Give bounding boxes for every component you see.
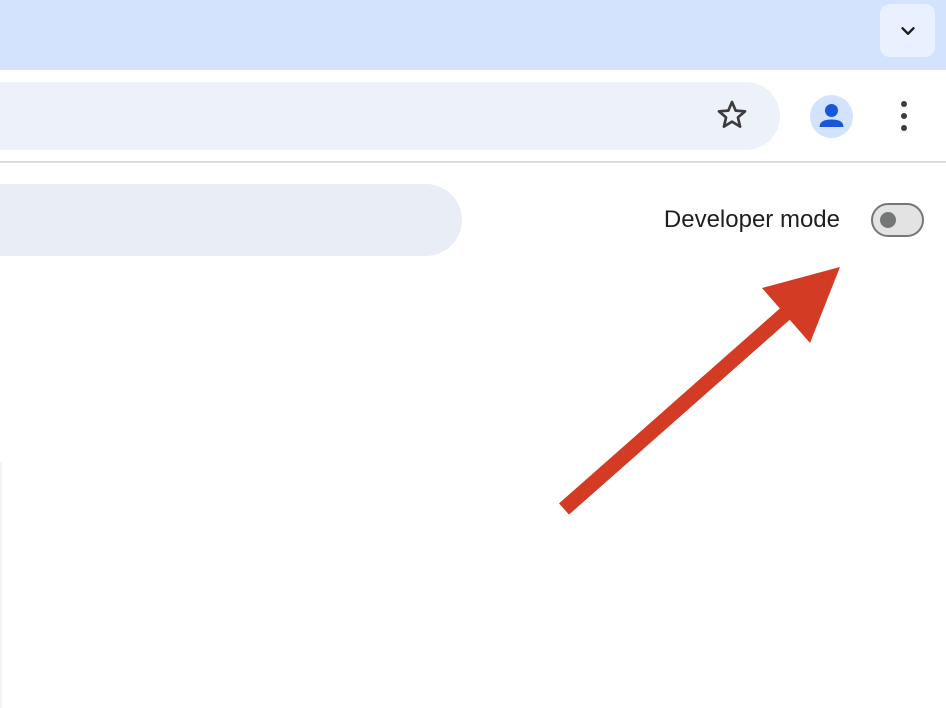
arrow-shaft [559,300,799,515]
three-dots-vertical-icon [901,101,907,131]
tab-search-button[interactable] [880,4,935,57]
chevron-down-icon [900,26,915,35]
panel-edge [0,462,3,708]
person-icon [819,104,844,127]
bookmark-button[interactable] [713,96,751,134]
browser-menu-button[interactable] [888,98,920,134]
arrow-head [762,267,840,343]
toggle-knob [880,212,896,228]
tab-strip [0,0,946,70]
developer-mode-toggle[interactable] [871,203,924,237]
toolbar [0,70,946,163]
address-bar[interactable] [0,82,780,150]
browser-window: Developer mode [0,0,946,708]
profile-button[interactable] [810,95,853,138]
developer-mode-label: Developer mode [663,206,840,233]
star-outline-icon [717,100,747,128]
extensions-search-bar[interactable] [0,184,462,256]
